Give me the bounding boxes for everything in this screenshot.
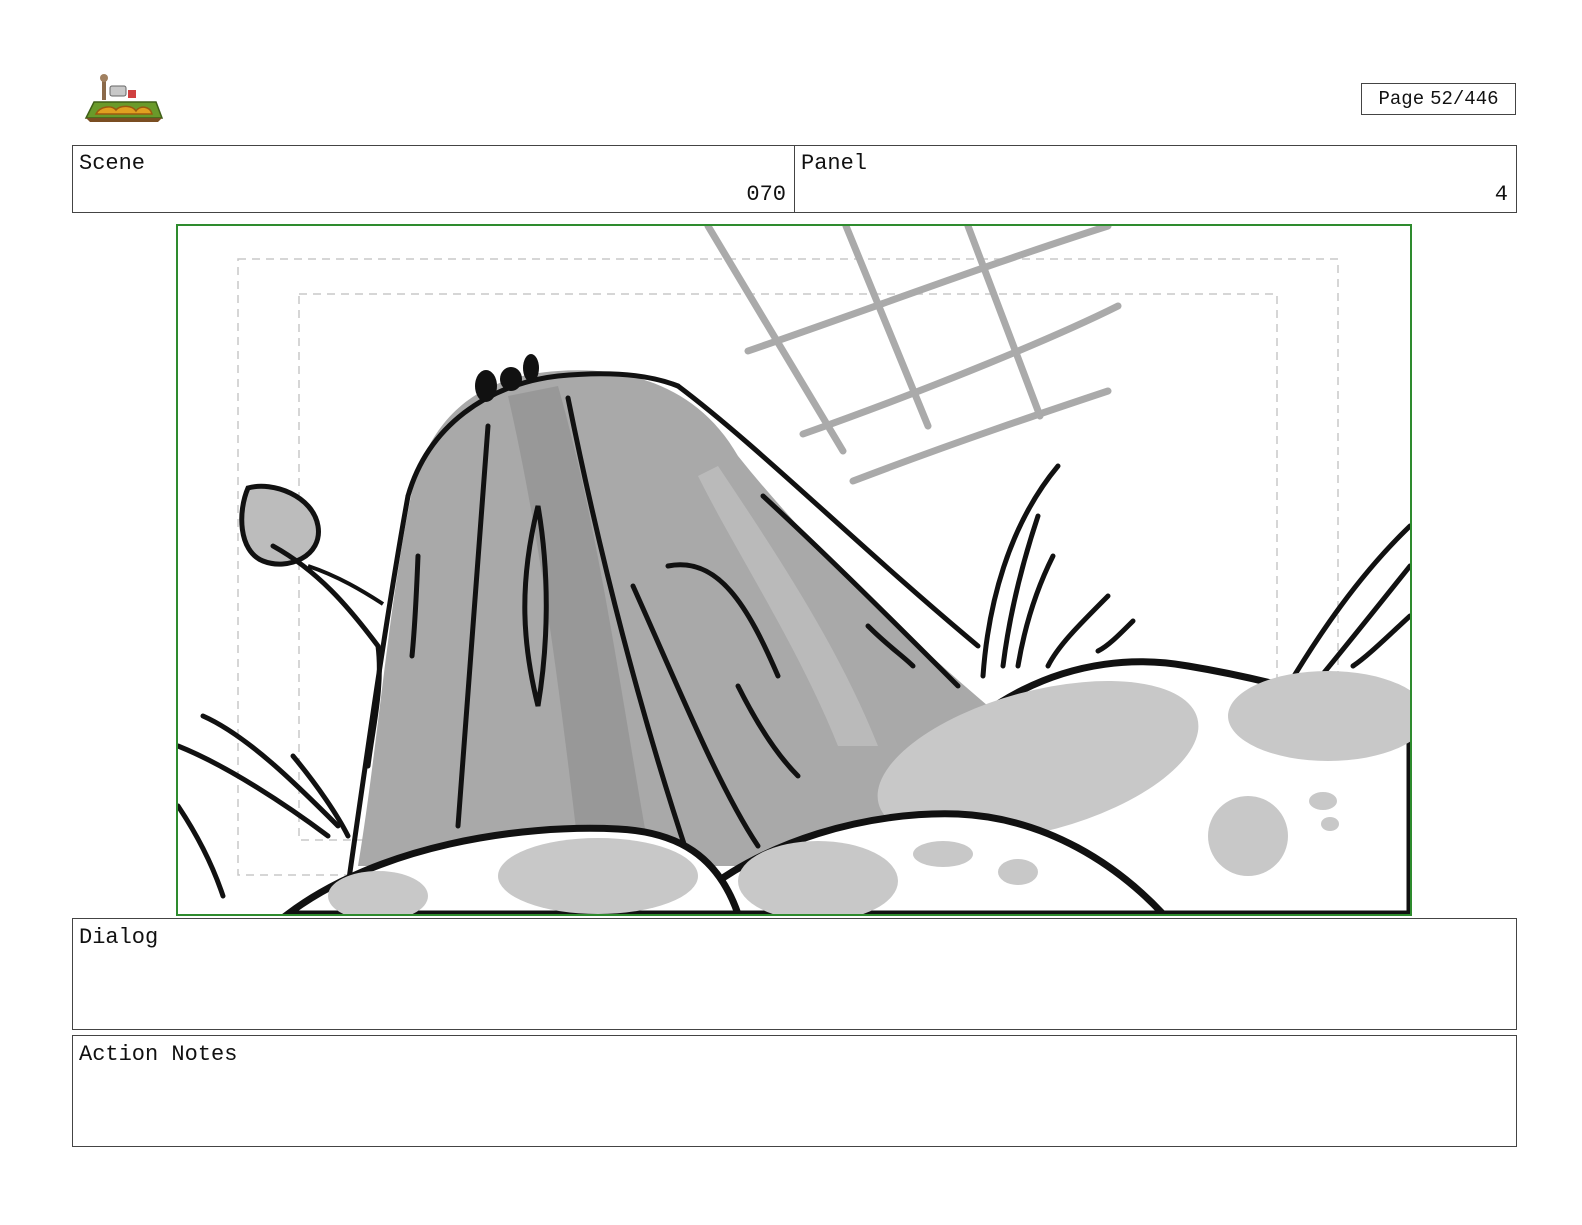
storyboard-frame — [176, 224, 1412, 916]
panel-number: 4 — [1494, 182, 1508, 207]
action-notes-box: Action Notes — [72, 1035, 1517, 1147]
leaf-stick — [239, 483, 385, 769]
page-number: 52/446 — [1430, 88, 1499, 110]
page-label: Page — [1378, 88, 1425, 110]
scene-cell: Scene 070 — [73, 146, 794, 212]
storyboard-sketch — [178, 226, 1410, 914]
page-indicator: Page 52/446 — [1361, 83, 1516, 115]
scene-number: 070 — [746, 182, 786, 207]
dialog-box: Dialog — [72, 918, 1517, 1030]
panel-cell: Panel 4 — [794, 146, 1516, 212]
panel-label: Panel — [801, 151, 868, 176]
dialog-label: Dialog — [79, 925, 159, 950]
scene-label: Scene — [79, 151, 146, 176]
action-notes-label: Action Notes — [79, 1042, 238, 1067]
scene-panel-header: Scene 070 Panel 4 — [72, 145, 1517, 213]
background-net — [704, 226, 1122, 485]
show-logo-icon — [82, 72, 164, 124]
